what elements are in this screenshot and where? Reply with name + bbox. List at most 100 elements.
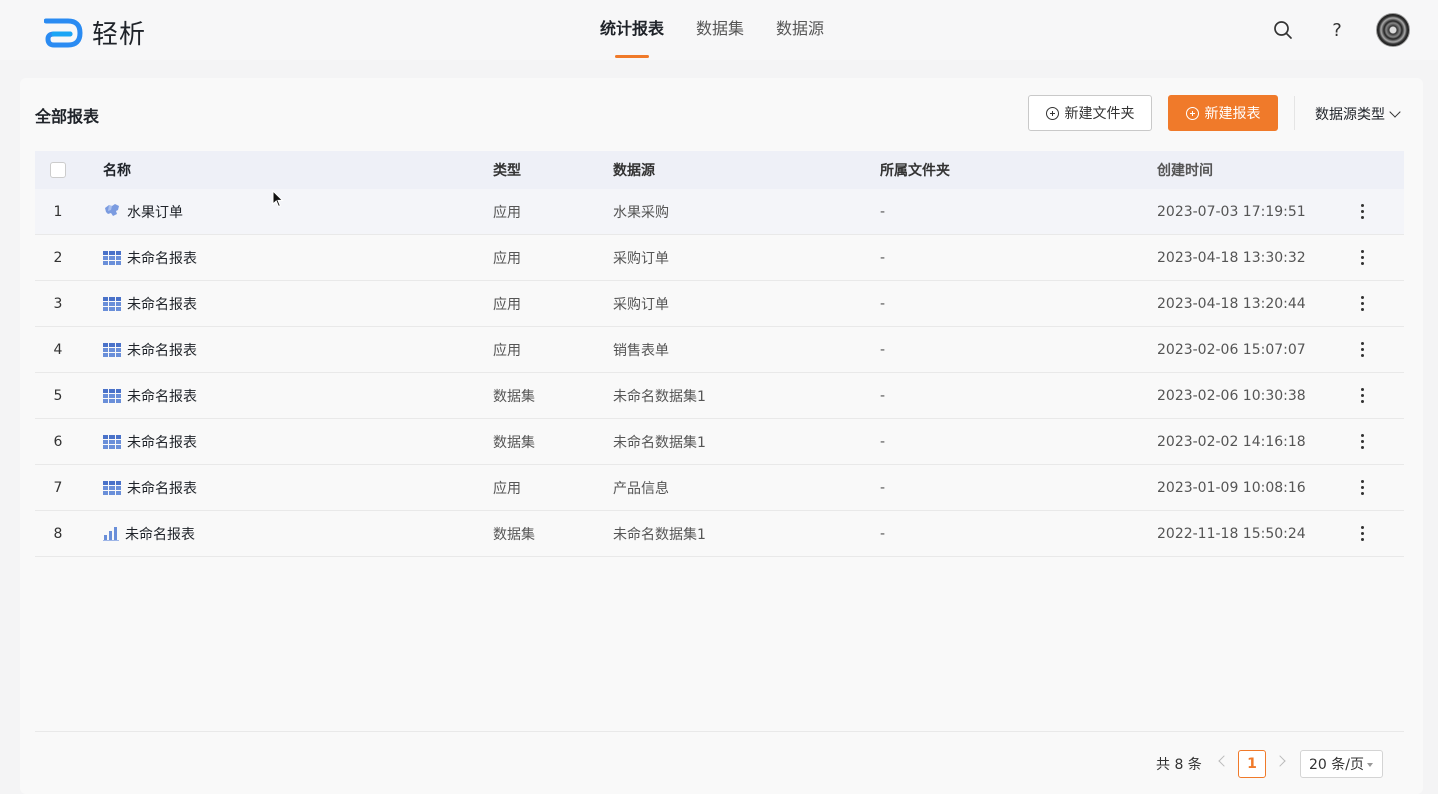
row-index: 2	[53, 249, 63, 266]
more-actions-button[interactable]	[1351, 189, 1373, 234]
table-row[interactable]: 3 未命名报表 应用 采购订单 - 2023-04-18 13:20:44	[35, 281, 1404, 327]
more-actions-button[interactable]	[1351, 327, 1373, 372]
new-folder-label: 新建文件夹	[1064, 106, 1135, 122]
row-name-cell[interactable]: 未命名报表	[103, 373, 197, 418]
row-name: 未命名报表	[127, 296, 197, 313]
row-name-cell[interactable]: 未命名报表	[103, 327, 197, 372]
reports-panel: 全部报表 新建文件夹 新建报表 数据源类型 名称 类型 数据源 所属文件夹 创建…	[20, 78, 1423, 794]
row-index: 5	[53, 387, 63, 404]
row-name: 未命名报表	[127, 342, 197, 359]
row-type: 数据集	[493, 388, 535, 405]
column-header-name[interactable]: 名称	[103, 151, 131, 189]
row-type: 应用	[493, 342, 521, 359]
row-name: 未命名报表	[127, 434, 197, 451]
table-icon	[103, 342, 121, 357]
logo-text: 轻析	[92, 20, 147, 50]
row-created: 2023-02-06 10:30:38	[1157, 387, 1306, 404]
chevron-down-icon	[1389, 106, 1401, 118]
more-vertical-icon	[1360, 342, 1364, 357]
row-index: 3	[53, 295, 63, 312]
filter-label: 数据源类型	[1315, 107, 1385, 123]
data-source-type-filter[interactable]: 数据源类型	[1315, 104, 1401, 124]
more-vertical-icon	[1360, 250, 1364, 265]
select-all-checkbox[interactable]	[50, 162, 66, 178]
table-icon	[103, 434, 121, 449]
row-name-cell[interactable]: 未命名报表	[103, 281, 197, 326]
row-name-cell[interactable]: 未命名报表	[103, 419, 197, 464]
row-source: 采购订单	[613, 250, 669, 267]
more-actions-button[interactable]	[1351, 281, 1373, 326]
more-actions-button[interactable]	[1351, 373, 1373, 418]
table-row[interactable]: 7 未命名报表 应用 产品信息 - 2023-01-09 10:08:16	[35, 465, 1404, 511]
row-source: 产品信息	[613, 480, 669, 497]
row-type: 数据集	[493, 434, 535, 451]
column-header-source[interactable]: 数据源	[613, 151, 655, 189]
tab-statistics-reports[interactable]: 统计报表	[600, 0, 664, 60]
current-page-button[interactable]: 1	[1238, 750, 1266, 778]
mouse-pointer-icon	[272, 190, 284, 208]
new-report-label: 新建报表	[1204, 106, 1261, 122]
table-icon	[103, 388, 121, 403]
plus-circle-icon	[1185, 106, 1199, 120]
table-icon	[103, 480, 121, 495]
new-folder-button[interactable]: 新建文件夹	[1028, 95, 1152, 131]
row-type: 应用	[493, 250, 521, 267]
new-report-button[interactable]: 新建报表	[1168, 95, 1278, 131]
row-name: 未命名报表	[125, 526, 195, 543]
row-created: 2023-02-02 14:16:18	[1157, 433, 1306, 450]
row-name: 未命名报表	[127, 250, 197, 267]
table-row[interactable]: 8 未命名报表 数据集 未命名数据集1 - 2022-11-18 15:50:2…	[35, 511, 1404, 557]
table-footer-divider	[35, 731, 1404, 732]
row-name-cell[interactable]: 未命名报表	[103, 465, 197, 510]
plus-circle-icon	[1045, 106, 1059, 120]
column-header-folder[interactable]: 所属文件夹	[880, 151, 950, 189]
app-logo[interactable]: 轻析	[44, 14, 146, 51]
tab-data-sources[interactable]: 数据源	[776, 0, 824, 60]
more-actions-button[interactable]	[1351, 511, 1373, 556]
table-icon	[103, 296, 121, 311]
row-type: 应用	[493, 296, 521, 313]
search-icon[interactable]	[1271, 18, 1295, 42]
map-icon	[103, 202, 121, 222]
row-source: 采购订单	[613, 296, 669, 313]
row-type: 数据集	[493, 526, 535, 543]
main-nav: 统计报表 数据集 数据源	[600, 0, 824, 60]
more-actions-button[interactable]	[1351, 235, 1373, 280]
page-size-select[interactable]: 20 条/页	[1300, 750, 1383, 778]
table-row[interactable]: 4 未命名报表 应用 销售表单 - 2023-02-06 15:07:07	[35, 327, 1404, 373]
row-index: 1	[53, 203, 63, 220]
row-type: 应用	[493, 480, 521, 497]
prev-page-icon[interactable]	[1218, 755, 1230, 767]
column-header-type[interactable]: 类型	[493, 151, 521, 189]
row-index: 7	[53, 479, 63, 496]
more-actions-button[interactable]	[1351, 465, 1373, 510]
column-header-created[interactable]: 创建时间	[1157, 151, 1213, 189]
row-source: 水果采购	[613, 204, 669, 221]
page-size-label: 20 条/页	[1309, 757, 1364, 773]
table-row[interactable]: 1 水果订单 应用 水果采购 - 2023-07-03 17:19:51	[35, 189, 1404, 235]
table-row[interactable]: 6 未命名报表 数据集 未命名数据集1 - 2023-02-02 14:16:1…	[35, 419, 1404, 465]
row-index: 6	[53, 433, 63, 450]
tab-datasets[interactable]: 数据集	[696, 0, 744, 60]
row-name-cell[interactable]: 未命名报表	[103, 235, 197, 280]
table-body: 1 水果订单 应用 水果采购 - 2023-07-03 17:19:51 2 未…	[35, 189, 1404, 557]
toolbar-divider	[1294, 96, 1295, 130]
table-header: 名称 类型 数据源 所属文件夹 创建时间	[35, 151, 1404, 189]
table-row[interactable]: 5 未命名报表 数据集 未命名数据集1 - 2023-02-06 10:30:3…	[35, 373, 1404, 419]
select-all-cell	[35, 151, 81, 189]
row-folder: -	[880, 203, 886, 220]
next-page-icon[interactable]	[1274, 755, 1286, 767]
user-avatar[interactable]	[1376, 13, 1410, 47]
row-source: 未命名数据集1	[613, 526, 706, 543]
help-icon[interactable]: ?	[1325, 18, 1349, 42]
row-source: 未命名数据集1	[613, 434, 706, 451]
row-name-cell[interactable]: 未命名报表	[103, 511, 195, 556]
caret-down-icon	[1366, 763, 1373, 767]
row-folder: -	[880, 387, 886, 404]
row-type: 应用	[493, 204, 521, 221]
more-actions-button[interactable]	[1351, 419, 1373, 464]
table-row[interactable]: 2 未命名报表 应用 采购订单 - 2023-04-18 13:30:32	[35, 235, 1404, 281]
top-navigation-bar: 轻析 统计报表 数据集 数据源 ?	[0, 0, 1438, 60]
row-name-cell[interactable]: 水果订单	[103, 189, 183, 234]
row-source: 未命名数据集1	[613, 388, 706, 405]
